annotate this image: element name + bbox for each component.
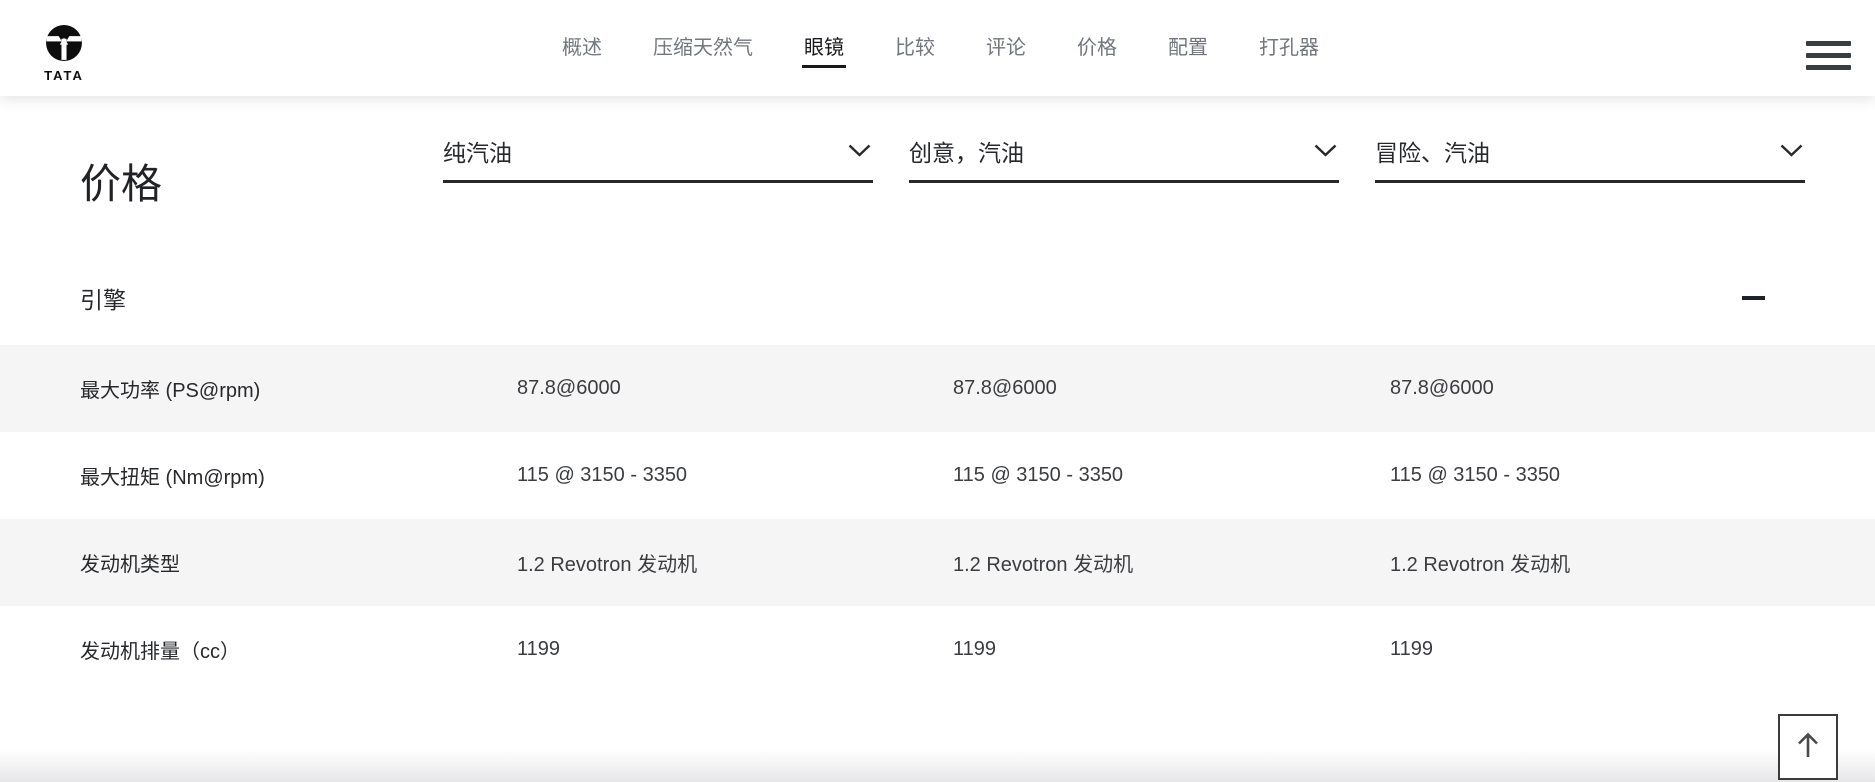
row-label: 最大扭矩 (Nm@rpm) bbox=[80, 467, 265, 489]
chevron-down-icon bbox=[1314, 144, 1337, 162]
variant-select-3-value: 冒险、汽油 bbox=[1375, 140, 1490, 166]
page-title: 价格 bbox=[80, 161, 162, 207]
minus-icon bbox=[1741, 296, 1765, 300]
table-row-max-power: 最大功率 (PS@rpm) 87.8@6000 87.8@6000 87.8@6… bbox=[0, 345, 1875, 432]
engine-spec-table: 最大功率 (PS@rpm) 87.8@6000 87.8@6000 87.8@6… bbox=[0, 345, 1875, 693]
collapse-section-button[interactable] bbox=[1736, 283, 1770, 313]
row-value-col1: 87.8@6000 bbox=[517, 377, 621, 399]
tata-roundel-icon bbox=[45, 25, 83, 66]
table-row-engine-type: 发动机类型 1.2 Revotron 发动机 1.2 Revotron 发动机 … bbox=[0, 519, 1875, 606]
row-value-col2: 1.2 Revotron 发动机 bbox=[953, 554, 1134, 576]
row-label: 发动机排量（cc） bbox=[80, 641, 240, 663]
row-value-col3: 115 @ 3150 - 3350 bbox=[1390, 464, 1561, 486]
row-value-col2: 87.8@6000 bbox=[953, 377, 1057, 399]
scroll-to-top-button[interactable] bbox=[1778, 714, 1838, 780]
row-value-col1: 1199 bbox=[517, 638, 561, 660]
row-label: 最大功率 (PS@rpm) bbox=[80, 380, 261, 402]
main-nav: 概述 压缩天然气 眼镜 比较 评论 价格 配置 打孔器 bbox=[562, 0, 1319, 96]
nav-item-cng[interactable]: 压缩天然气 bbox=[653, 35, 753, 61]
variant-select-1[interactable]: 纯汽油 bbox=[443, 139, 873, 183]
nav-item-config[interactable]: 配置 bbox=[1168, 35, 1208, 61]
table-row-displacement: 发动机排量（cc） 1199 1199 1199 bbox=[0, 606, 1875, 693]
chevron-down-icon bbox=[1780, 144, 1803, 162]
engine-section-header: 引擎 bbox=[80, 272, 1770, 324]
row-value-col3: 1199 bbox=[1390, 638, 1434, 660]
row-value-col3: 87.8@6000 bbox=[1390, 377, 1494, 399]
variant-select-3[interactable]: 冒险、汽油 bbox=[1375, 139, 1805, 183]
arrow-up-icon bbox=[1795, 730, 1821, 765]
row-value-col2: 115 @ 3150 - 3350 bbox=[953, 464, 1124, 486]
row-value-col3: 1.2 Revotron 发动机 bbox=[1390, 554, 1571, 576]
row-value-col1: 115 @ 3150 - 3350 bbox=[517, 464, 688, 486]
nav-item-price[interactable]: 价格 bbox=[1077, 35, 1117, 61]
chevron-down-icon bbox=[848, 144, 871, 162]
variant-select-1-value: 纯汽油 bbox=[443, 140, 512, 166]
row-value-col1: 1.2 Revotron 发动机 bbox=[517, 554, 698, 576]
nav-item-reviews[interactable]: 评论 bbox=[986, 35, 1026, 61]
brand-logo-text: TATA bbox=[44, 68, 84, 83]
row-value-col2: 1199 bbox=[953, 638, 997, 660]
top-header: TATA 概述 压缩天然气 眼镜 比较 评论 价格 配置 打孔器 bbox=[0, 0, 1875, 96]
next-section-edge bbox=[0, 750, 1875, 782]
row-label: 发动机类型 bbox=[80, 554, 180, 576]
engine-section-title: 引擎 bbox=[80, 287, 126, 313]
brand-logo[interactable]: TATA bbox=[42, 24, 86, 83]
variant-select-2[interactable]: 创意，汽油 bbox=[909, 139, 1339, 183]
hamburger-menu-icon[interactable] bbox=[1806, 41, 1851, 70]
nav-item-compare[interactable]: 比较 bbox=[895, 35, 935, 61]
nav-item-puncher[interactable]: 打孔器 bbox=[1259, 35, 1319, 61]
variant-selectors: 纯汽油 创意，汽油 冒险、汽油 bbox=[443, 139, 1805, 183]
table-row-max-torque: 最大扭矩 (Nm@rpm) 115 @ 3150 - 3350 115 @ 31… bbox=[0, 432, 1875, 519]
variant-select-2-value: 创意，汽油 bbox=[909, 140, 1024, 166]
nav-item-overview[interactable]: 概述 bbox=[562, 35, 602, 61]
nav-item-glasses[interactable]: 眼镜 bbox=[802, 35, 846, 68]
